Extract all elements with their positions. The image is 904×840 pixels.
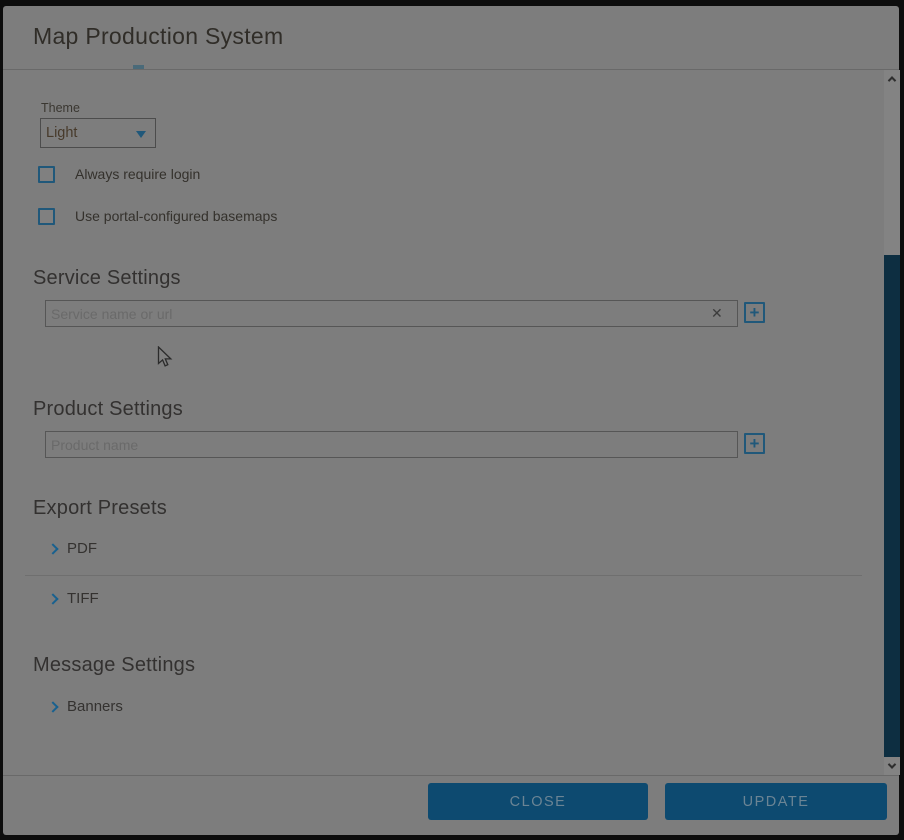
clipped-scrolled-element	[133, 65, 144, 69]
expandable-row-tiff[interactable]: TIFF	[49, 590, 99, 607]
chevron-right-icon	[47, 593, 58, 604]
caret-down-icon	[136, 131, 146, 138]
close-button[interactable]: CLOSE	[428, 783, 648, 820]
theme-selected-value: Light	[41, 125, 77, 141]
chevron-right-icon	[47, 543, 58, 554]
checkbox-use-portal-basemaps[interactable]	[38, 208, 55, 225]
checkbox-always-require-login[interactable]	[38, 166, 55, 183]
checkbox-label-always-require-login: Always require login	[75, 166, 200, 182]
service-settings-heading: Service Settings	[33, 267, 181, 290]
chevron-up-glyph	[888, 76, 896, 84]
update-button[interactable]: UPDATE	[665, 783, 887, 820]
expandable-row-banners[interactable]: Banners	[49, 698, 123, 715]
add-product-button[interactable]: +	[744, 433, 765, 454]
chevron-right-icon	[47, 701, 58, 712]
chevron-down-glyph	[888, 760, 896, 768]
dialog-title: Map Production System	[33, 23, 283, 50]
theme-dropdown[interactable]: Light	[40, 118, 156, 148]
scroll-up-icon[interactable]	[884, 70, 900, 88]
footer-divider	[3, 775, 899, 776]
theme-label: Theme	[41, 101, 80, 115]
preset-label: TIFF	[67, 590, 99, 607]
export-presets-heading: Export Presets	[33, 497, 167, 520]
scroll-down-icon[interactable]	[884, 757, 900, 775]
scrollbar-thumb[interactable]	[884, 255, 900, 757]
message-settings-heading: Message Settings	[33, 654, 195, 677]
divider	[25, 575, 862, 576]
banners-label: Banners	[67, 698, 123, 715]
add-service-button[interactable]: +	[744, 302, 765, 323]
preset-label: PDF	[67, 540, 97, 557]
plus-icon: +	[750, 435, 760, 452]
clear-icon[interactable]: ✕	[711, 306, 723, 320]
plus-icon: +	[750, 304, 760, 321]
header-divider	[3, 69, 899, 70]
expandable-row-pdf[interactable]: PDF	[49, 540, 97, 557]
product-settings-heading: Product Settings	[33, 398, 183, 421]
product-name-input[interactable]	[45, 431, 738, 458]
service-name-input[interactable]	[45, 300, 738, 327]
checkbox-label-use-portal-basemaps: Use portal-configured basemaps	[75, 208, 277, 224]
